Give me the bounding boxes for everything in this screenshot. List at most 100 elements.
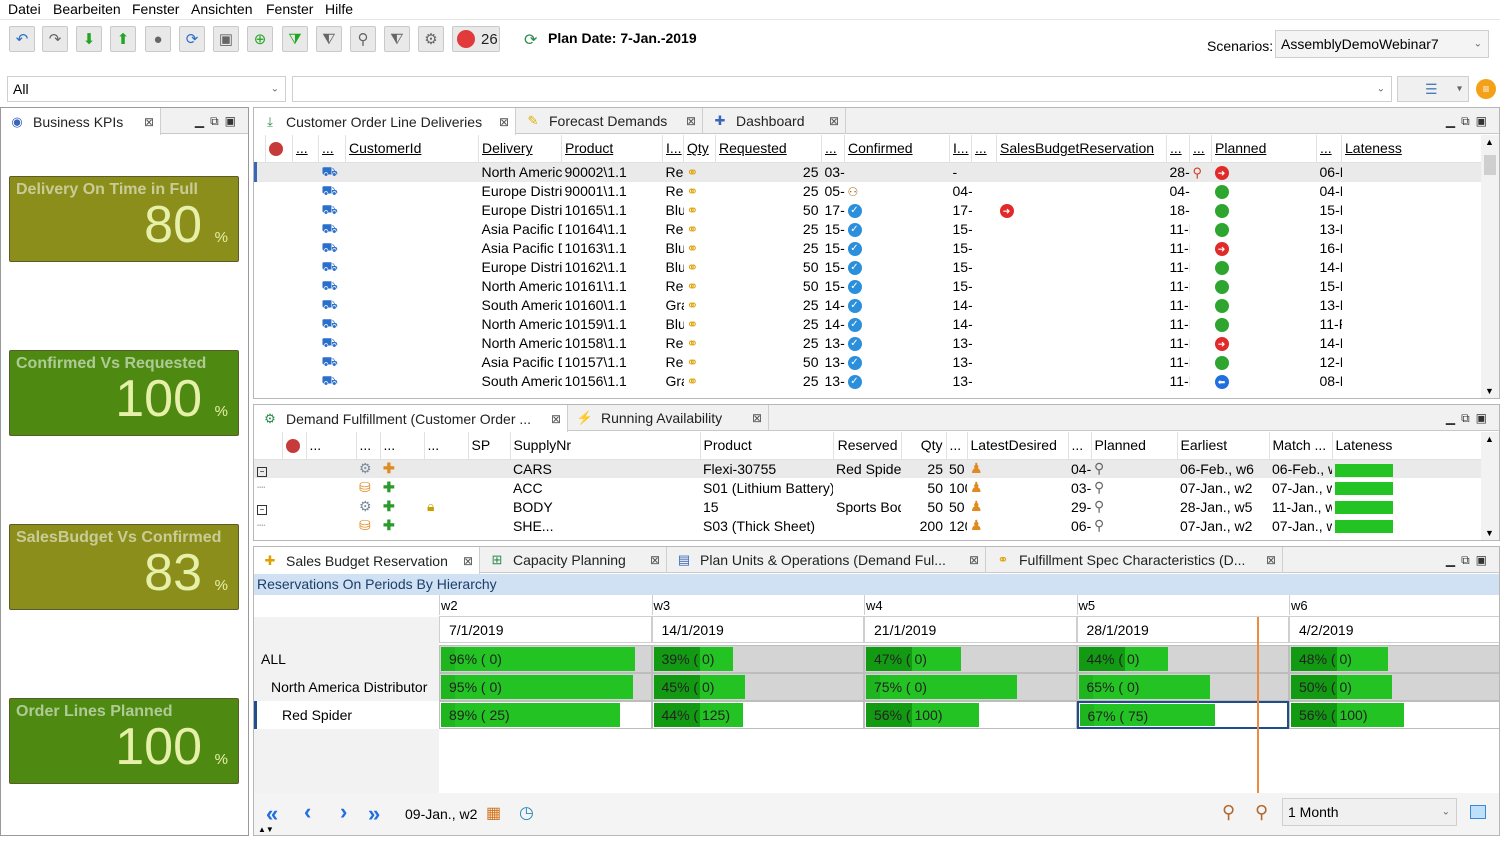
reservation-cell[interactable]: 44% ( 125) [651,701,864,729]
clock-icon[interactable]: ◷ [519,803,534,823]
redo-icon[interactable]: ↷ [42,26,68,52]
close-icon[interactable]: ⊠ [551,412,561,426]
column-header[interactable]: ... [380,432,425,459]
filter-remove-icon[interactable]: ⧨ [384,26,410,52]
chart-toggle-icon[interactable] [1470,805,1486,819]
reservation-cell[interactable]: 75% ( 0) [864,673,1077,701]
tab-running-availability[interactable]: ⚡ Running Availability ⊠ [569,405,769,431]
status-icon-header[interactable] [282,432,307,459]
scroll-down-icon[interactable]: ▼ [1485,386,1494,396]
zoom-in-icon[interactable]: ⚲ [1255,802,1268,823]
window-buttons[interactable]: ▁⧉▣ [1446,411,1493,426]
reservation-cell[interactable]: 48% ( 0) [1289,645,1499,673]
table-row[interactable]: ⛟Europe Distributor10162\1.1Blue Hybrid⚭… [256,258,1484,277]
menu-item[interactable]: Bearbeiten [53,1,121,17]
column-header[interactable]: SupplyNr [510,432,701,459]
reservation-cell[interactable]: 50% ( 0) [1289,673,1499,701]
reservation-cell[interactable]: 96% ( 0) [439,645,652,673]
hierarchy-row-label[interactable]: ALL [254,645,439,673]
column-header[interactable]: SalesBudgetReservation [996,135,1167,162]
tab-business-kpis[interactable]: ◉ Business KPIs ⊠ [1,108,161,135]
close-icon[interactable]: ⊠ [463,554,473,568]
window-buttons[interactable]: ▁⧉▣ [195,114,242,129]
period-header[interactable]: 4/2/2019 [1289,616,1499,643]
column-header[interactable]: ... [292,135,319,162]
alerts-button[interactable]: 26 [452,26,500,52]
last-page-icon[interactable]: » [368,801,380,827]
vertical-scrollbar[interactable]: ▲ ▼ [1481,135,1499,398]
table-row[interactable]: ⛟North America Dist...10159\1.1Blue Hybr… [256,315,1484,334]
undo-icon[interactable]: ↶ [9,26,35,52]
column-header[interactable]: Requested [715,135,822,162]
column-header[interactable]: Delivery [478,135,562,162]
upload-icon[interactable]: ⬆ [110,26,136,52]
collapse-toggle-icon[interactable]: − [257,504,267,515]
table-row[interactable]: ⛟Asia Pacific Distribu...10163\1.1Blue H… [256,239,1484,258]
column-header[interactable]: Earliest [1177,432,1270,459]
status-icon-header[interactable] [265,135,293,162]
close-icon[interactable]: ⊠ [829,114,839,128]
column-header[interactable]: ... [306,432,357,459]
kpi-tile[interactable]: Order Lines Planned 100% [9,698,239,784]
column-header[interactable]: CustomerId [345,135,479,162]
add-icon[interactable]: ⊕ [247,26,273,52]
close-icon[interactable]: ⊠ [499,115,509,129]
tab-sales-budget-reservation[interactable]: ✚ Sales Budget Reservation ⊠ [254,547,480,574]
scroll-down-icon[interactable]: ▼ [1485,528,1494,538]
menu-item[interactable]: Ansichten [191,1,252,17]
column-header[interactable]: Reserved [833,432,902,459]
period-header[interactable]: 14/1/2019 [651,616,864,643]
close-icon[interactable]: ⊠ [1266,553,1276,567]
scroll-thumb[interactable] [1484,155,1496,175]
period-header[interactable]: 21/1/2019 [864,616,1077,643]
kpi-tile[interactable]: SalesBudget Vs Confirmed 83% [9,524,239,610]
column-header[interactable]: I... [949,135,972,162]
tab-customer-order-line-deliveries[interactable]: ⤓ Customer Order Line Deliveries ⊠ [254,108,516,135]
reservation-cell[interactable]: 56% ( 100) [864,701,1077,729]
column-header[interactable]: ... [1189,135,1212,162]
collapse-toggle-icon[interactable]: − [257,466,267,477]
table-row[interactable]: ┈⛁✚SHE...S03 (Thick Sheet)2001200♟06-Jan… [254,516,1483,535]
table-row[interactable]: ⛟Europe Distributor10165\1.1Blue Hybrid⚭… [256,201,1484,220]
reservation-cell[interactable]: 47% ( 0) [864,645,1077,673]
table-row[interactable]: −⚙✚🔒︎BODY15Sports Body5050♟29-Jan., w5⚲2… [254,497,1483,516]
filter-add-icon[interactable]: ⧩ [282,26,308,52]
table-row[interactable]: ⛟Asia Pacific Distribu...10164\1.1Red Sp… [256,220,1484,239]
column-header[interactable]: ... [971,135,997,162]
refresh-icon[interactable]: ⟳ [179,26,205,52]
save-icon[interactable]: ▣ [213,26,239,52]
tab-demand-fulfillment[interactable]: ⚙ Demand Fulfillment (Customer Order ... ⊠ [254,405,568,432]
column-header[interactable]: ... [318,135,346,162]
table-row[interactable]: ⛟South America Dist...10160\1.1Gray Esta… [256,296,1484,315]
close-icon[interactable]: ⊠ [144,115,154,129]
hierarchy-row-label[interactable]: North America Distributor [254,673,439,701]
layout-select[interactable]: ☰ ▾ [1397,76,1469,102]
reservation-cell[interactable]: 89% ( 25) [439,701,652,729]
table-row[interactable]: −⚙✚CARSFlexi-30755Red Spider2550♟04-Feb.… [254,459,1483,478]
tab-capacity-planning[interactable]: ⊞ Capacity Planning ⊠ [481,547,667,573]
table-row[interactable]: ⛟South America Dist...10156\1.1Gray Esta… [256,372,1484,391]
column-header[interactable]: ... [946,432,968,459]
close-icon[interactable]: ⊠ [686,114,696,128]
table-row[interactable]: ⛟North America Dist...10158\1.1Red Spide… [256,334,1484,353]
menu-item[interactable]: Hilfe [325,1,353,17]
column-header[interactable]: Planned [1211,135,1317,162]
previous-icon[interactable]: ‹ [304,799,311,825]
menu-item[interactable]: Fenster [132,1,179,17]
table-row[interactable]: ⛟North America Dist...90002\1.1Red Spide… [254,162,1483,182]
filter-icon[interactable]: ⧨ [316,26,342,52]
next-icon[interactable]: › [340,799,347,825]
tab-fulfillment-spec[interactable]: ⚭ Fulfillment Spec Characteristics (D... ⊠ [987,547,1283,573]
pin-icon[interactable]: ⚲ [350,26,376,52]
column-header[interactable]: ... [424,432,469,459]
search-combo[interactable]: ⌄ [292,76,1392,102]
zoom-out-icon[interactable]: ⚲ [1222,802,1235,823]
menu-item[interactable]: Datei [8,1,41,17]
period-header[interactable]: 7/1/2019 [439,616,652,643]
tab-forecast-demands[interactable]: ✎ Forecast Demands ⊠ [517,108,703,134]
table-row[interactable]: ┈⛁✚ACCS01 (Lithium Battery)501000♟03-Jan… [254,478,1483,497]
window-buttons[interactable]: ▁⧉▣ [1446,114,1493,129]
close-icon[interactable]: ⊠ [969,553,979,567]
column-header[interactable]: I... [662,135,684,162]
download-icon[interactable]: ⬇ [76,26,102,52]
